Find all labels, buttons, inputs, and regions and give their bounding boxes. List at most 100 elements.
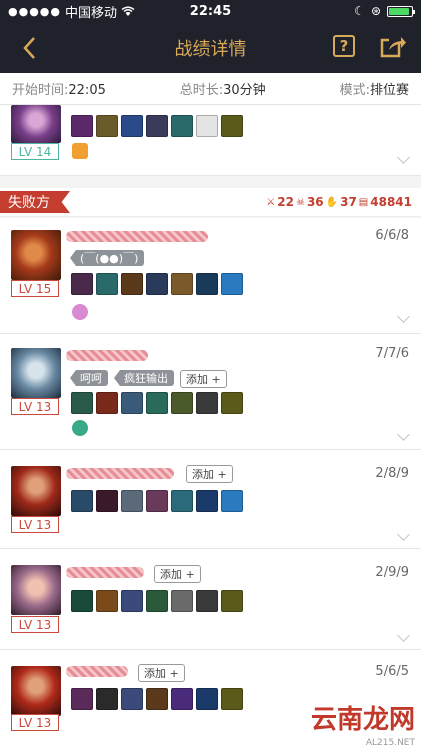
item-slot[interactable] bbox=[71, 490, 93, 512]
item-slot[interactable] bbox=[221, 490, 243, 512]
item-slot[interactable] bbox=[71, 688, 93, 710]
add-tag-button[interactable]: 添加 + bbox=[154, 565, 201, 583]
item-slot[interactable] bbox=[71, 590, 93, 612]
item-slot[interactable] bbox=[96, 115, 118, 137]
expand-chevron-icon[interactable] bbox=[397, 528, 410, 541]
tag-list: 添加 + bbox=[186, 465, 233, 483]
item-slot[interactable] bbox=[96, 688, 118, 710]
item-slot[interactable] bbox=[146, 688, 168, 710]
item-slot[interactable] bbox=[196, 273, 218, 295]
item-slot[interactable] bbox=[171, 273, 193, 295]
item-list bbox=[71, 392, 243, 414]
item-slot[interactable] bbox=[121, 590, 143, 612]
item-slot[interactable] bbox=[196, 590, 218, 612]
item-slot[interactable] bbox=[71, 273, 93, 295]
alien-badge-icon bbox=[72, 304, 88, 320]
level-badge: LV 14 bbox=[11, 143, 59, 160]
add-tag-button[interactable]: 添加 + bbox=[186, 465, 233, 483]
item-slot[interactable] bbox=[121, 490, 143, 512]
level-badge: LV 13 bbox=[11, 516, 59, 533]
item-slot[interactable] bbox=[171, 490, 193, 512]
item-slot[interactable] bbox=[221, 392, 243, 414]
tag-list: (￣(●●)￣) bbox=[70, 250, 145, 266]
item-slot[interactable] bbox=[171, 590, 193, 612]
item-slot[interactable] bbox=[96, 490, 118, 512]
player-row[interactable]: LV 13 7/7/6 呵呵 疯狂输出 添加 + bbox=[0, 334, 421, 450]
item-slot[interactable] bbox=[196, 688, 218, 710]
item-slot[interactable] bbox=[121, 392, 143, 414]
losing-team-header: 失败方 ⚔ 22 ☠ 36 ✋ 37 ▤ 48841 bbox=[0, 188, 421, 217]
player-row[interactable]: LV 13 添加 + 2/9/9 bbox=[0, 549, 421, 650]
item-slot[interactable] bbox=[221, 115, 243, 137]
item-slot[interactable] bbox=[71, 115, 93, 137]
add-tag-button[interactable]: 添加 + bbox=[138, 664, 185, 682]
game-mode: 模式:排位赛 bbox=[339, 83, 409, 98]
hand-icon: ✋ bbox=[325, 196, 339, 208]
add-tag-button[interactable]: 添加 + bbox=[180, 370, 227, 388]
level-badge: LV 13 bbox=[11, 398, 59, 415]
champion-avatar bbox=[11, 666, 61, 716]
item-slot[interactable] bbox=[146, 590, 168, 612]
player-row[interactable]: LV 13 添加 + 2/8/9 bbox=[0, 450, 421, 549]
item-slot[interactable] bbox=[146, 273, 168, 295]
player-row-partial[interactable]: LV 14 bbox=[0, 105, 421, 176]
item-slot[interactable] bbox=[171, 392, 193, 414]
moon-icon: ☾ bbox=[354, 4, 365, 18]
item-slot[interactable] bbox=[146, 490, 168, 512]
item-slot[interactable] bbox=[96, 273, 118, 295]
expand-chevron-icon[interactable] bbox=[397, 151, 410, 164]
item-slot[interactable] bbox=[121, 688, 143, 710]
player-tag[interactable]: (￣(●●)￣) bbox=[70, 250, 145, 266]
rotation-lock-icon: ⊛ bbox=[370, 4, 381, 18]
share-icon[interactable] bbox=[379, 34, 407, 60]
player-name-redacted bbox=[66, 350, 148, 361]
level-badge: LV 15 bbox=[11, 280, 59, 297]
page-title: 战绩详情 bbox=[174, 38, 247, 60]
watermark-url: AL215.NET bbox=[365, 738, 415, 748]
item-list bbox=[71, 273, 243, 295]
item-slot[interactable] bbox=[96, 392, 118, 414]
match-info-bar: 开始时间:22:05 总时长:30分钟 模式:排位赛 bbox=[0, 73, 421, 105]
watermark-logo: 云南龙网 bbox=[310, 705, 415, 735]
item-slot[interactable] bbox=[71, 392, 93, 414]
tag-list: 添加 + bbox=[154, 565, 201, 583]
kda-value: 5/6/5 bbox=[375, 664, 409, 679]
player-name-redacted bbox=[66, 468, 174, 479]
expand-chevron-icon[interactable] bbox=[397, 629, 410, 642]
team-totals: ⚔ 22 ☠ 36 ✋ 37 ▤ 48841 bbox=[266, 195, 412, 209]
player-tag[interactable]: 呵呵 bbox=[70, 370, 108, 386]
kda-value: 6/6/8 bbox=[375, 228, 409, 243]
champion-avatar bbox=[11, 565, 61, 615]
item-slot[interactable] bbox=[121, 115, 143, 137]
item-slot[interactable] bbox=[121, 273, 143, 295]
champion-avatar bbox=[11, 466, 61, 516]
item-slot[interactable] bbox=[221, 590, 243, 612]
expand-chevron-icon[interactable] bbox=[397, 310, 410, 323]
player-name-redacted bbox=[66, 666, 128, 677]
back-arrow-icon[interactable] bbox=[18, 34, 42, 62]
item-slot[interactable] bbox=[146, 115, 168, 137]
item-list bbox=[71, 688, 243, 710]
item-slot[interactable] bbox=[96, 590, 118, 612]
nav-bar: 战绩详情 ? bbox=[0, 22, 421, 73]
item-slot-empty[interactable] bbox=[196, 115, 218, 137]
help-button[interactable]: ? bbox=[333, 35, 355, 57]
tag-list: 添加 + bbox=[138, 664, 185, 682]
item-slot[interactable] bbox=[171, 688, 193, 710]
item-slot[interactable] bbox=[196, 392, 218, 414]
item-slot[interactable] bbox=[146, 392, 168, 414]
status-bar: ●●●●● 中国移动 22:45 ☾ ⊛ bbox=[0, 0, 421, 22]
kda-value: 2/9/9 bbox=[375, 565, 409, 580]
item-slot[interactable] bbox=[171, 115, 193, 137]
item-slot[interactable] bbox=[221, 273, 243, 295]
player-tag[interactable]: 疯狂输出 bbox=[114, 370, 174, 386]
item-slot[interactable] bbox=[196, 490, 218, 512]
wifi-icon bbox=[121, 6, 135, 16]
item-slot[interactable] bbox=[221, 688, 243, 710]
expand-chevron-icon[interactable] bbox=[397, 428, 410, 441]
player-name-redacted bbox=[66, 231, 208, 242]
champion-avatar bbox=[11, 348, 61, 398]
player-row[interactable]: LV 15 6/6/8 (￣(●●)￣) bbox=[0, 218, 421, 334]
sword-icon: ⚔ bbox=[266, 196, 276, 208]
kda-value: 2/8/9 bbox=[375, 466, 409, 481]
